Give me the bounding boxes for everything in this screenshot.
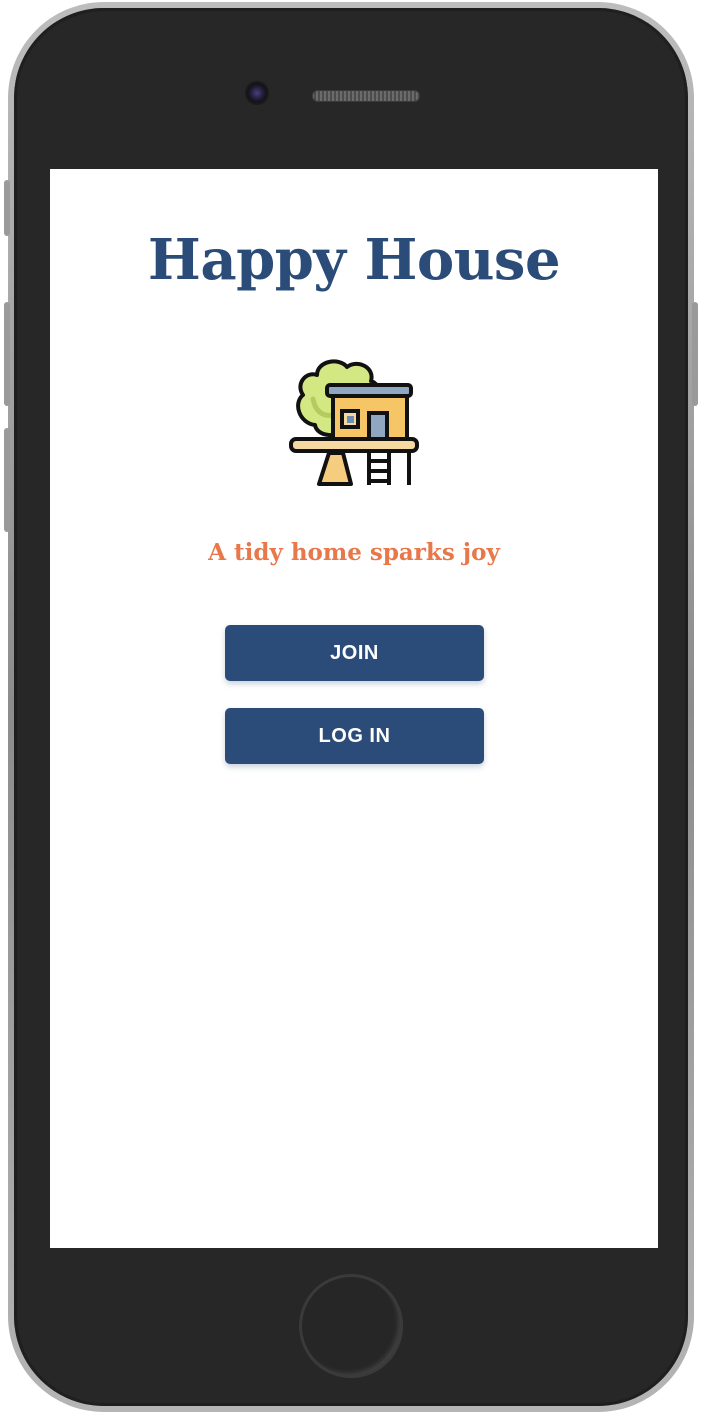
app-title: Happy House <box>147 227 561 293</box>
login-button[interactable]: LOG IN <box>225 708 484 764</box>
mute-switch <box>4 180 10 236</box>
join-button[interactable]: JOIN <box>225 625 484 681</box>
app-screen: Happy House A tidy home sparks joy JOIN … <box>50 169 658 1248</box>
volume-down-button <box>4 428 10 532</box>
home-button <box>299 1274 403 1378</box>
front-camera <box>247 83 267 103</box>
treehouse-icon <box>289 359 419 486</box>
tagline: A tidy home sparks joy <box>208 539 500 566</box>
volume-up-button <box>4 302 10 406</box>
earpiece-speaker <box>312 90 420 102</box>
power-button <box>692 302 698 406</box>
